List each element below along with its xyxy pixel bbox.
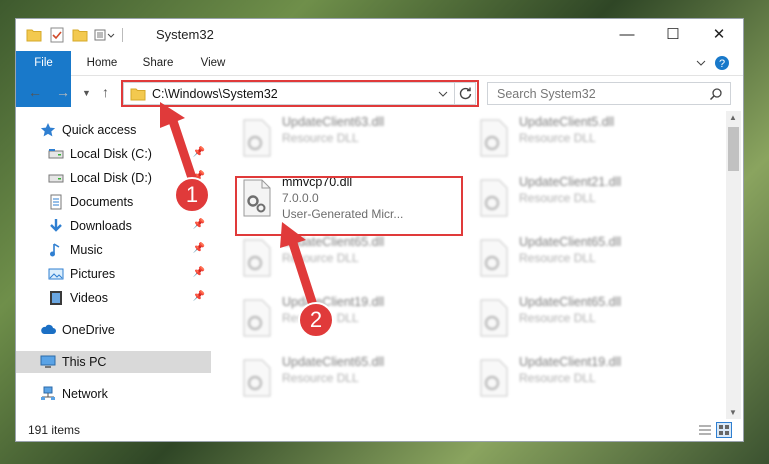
step-badge-2: 2 (298, 302, 334, 338)
annotation-overlay (160, 102, 317, 307)
arrow-step-1 (160, 102, 197, 183)
arrow-step-2 (280, 222, 317, 307)
step-badge-1: 1 (174, 177, 210, 213)
